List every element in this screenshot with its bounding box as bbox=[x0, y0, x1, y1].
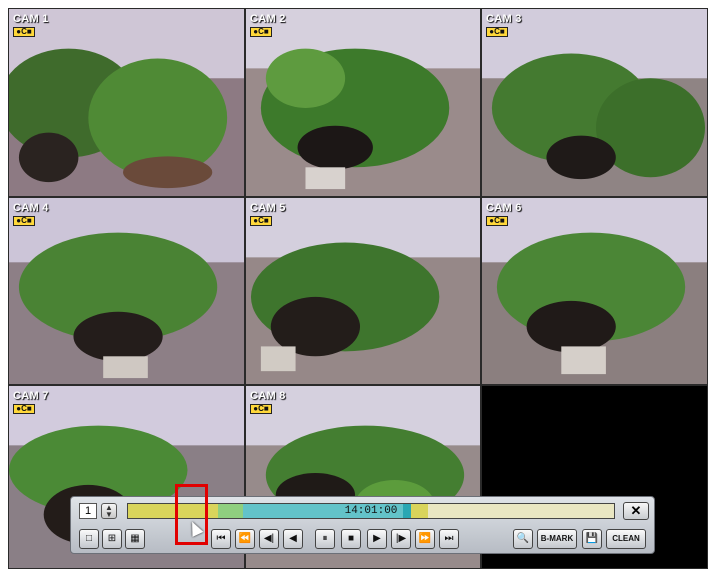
quad-view-icon: ⊞ bbox=[107, 533, 117, 544]
record-badge: ●C■ bbox=[250, 216, 272, 226]
step-forward-button[interactable]: |▶ bbox=[391, 529, 411, 549]
camera-label: CAM 7 bbox=[13, 390, 49, 402]
stop-button[interactable]: ■ bbox=[341, 529, 361, 549]
camera-tile-2[interactable]: CAM 2 ●C■ bbox=[245, 8, 481, 197]
record-badge: ●C■ bbox=[13, 216, 35, 226]
play-icon: ▶ bbox=[373, 533, 381, 544]
skip-to-start-icon: ⏮ bbox=[216, 533, 226, 544]
bookmark-button[interactable]: B-MARK bbox=[537, 529, 577, 549]
search-icon: 🔍 bbox=[516, 533, 530, 544]
camera-grid: CAM 1 ●C■ CAM 2 ●C■ CAM 3 ●C■ CAM 4 ●C■ bbox=[8, 8, 708, 569]
fast-forward-icon: ⏩ bbox=[418, 533, 432, 544]
record-badge: ●C■ bbox=[13, 27, 35, 37]
pause-icon: ⏸ bbox=[322, 533, 328, 544]
camera-label: CAM 2 bbox=[250, 13, 286, 25]
quad-view-button[interactable]: ⊞ bbox=[102, 529, 122, 549]
skip-to-start-button[interactable]: ⏮ bbox=[211, 529, 231, 549]
search-button[interactable]: 🔍 bbox=[513, 529, 533, 549]
skip-to-end-icon: ⏭ bbox=[444, 533, 454, 544]
fast-forward-button[interactable]: ⏩ bbox=[415, 529, 435, 549]
camera-feed-image bbox=[9, 9, 244, 196]
fast-rewind-icon: ⏪ bbox=[238, 533, 252, 544]
nine-view-button[interactable]: ▦ bbox=[125, 529, 145, 549]
camera-tile-5[interactable]: CAM 5 ●C■ bbox=[245, 197, 481, 385]
clean-label: CLEAN bbox=[612, 534, 640, 543]
close-icon: ✕ bbox=[630, 503, 642, 518]
record-badge: ●C■ bbox=[486, 27, 508, 37]
camera-label: CAM 4 bbox=[13, 202, 49, 214]
save-button[interactable]: 💾 bbox=[582, 529, 602, 549]
camera-label: CAM 1 bbox=[13, 13, 49, 25]
record-badge: ●C■ bbox=[250, 27, 272, 37]
camera-tile-6[interactable]: CAM 6 ●C■ bbox=[481, 197, 708, 385]
step-back-icon: ◀| bbox=[263, 533, 275, 544]
camera-label: CAM 3 bbox=[486, 13, 522, 25]
record-badge: ●C■ bbox=[486, 216, 508, 226]
playback-toolbar: 1 ▲ ▼ 14:01:00 ✕ □ ⊞ ▦ ⏮ ⏪ ◀| ◀ ⏸ ■ ▶ |▶… bbox=[70, 496, 655, 554]
play-reverse-icon: ◀ bbox=[289, 533, 297, 544]
play-button[interactable]: ▶ bbox=[367, 529, 387, 549]
camera-tile-3[interactable]: CAM 3 ●C■ bbox=[481, 8, 708, 197]
single-view-button[interactable]: □ bbox=[79, 529, 99, 549]
single-view-icon: □ bbox=[85, 533, 93, 544]
skip-to-end-button[interactable]: ⏭ bbox=[439, 529, 459, 549]
camera-feed-image bbox=[482, 9, 707, 196]
camera-feed-image bbox=[246, 9, 480, 196]
chevron-down-icon[interactable]: ▼ bbox=[102, 511, 116, 519]
nine-view-icon: ▦ bbox=[130, 533, 140, 544]
camera-label: CAM 6 bbox=[486, 202, 522, 214]
bookmark-label: B-MARK bbox=[540, 534, 574, 543]
record-badge: ●C■ bbox=[250, 404, 272, 414]
stop-icon: ■ bbox=[347, 533, 355, 544]
fast-rewind-button[interactable]: ⏪ bbox=[235, 529, 255, 549]
camera-label: CAM 5 bbox=[250, 202, 286, 214]
save-icon: 💾 bbox=[585, 533, 599, 544]
play-reverse-button[interactable]: ◀ bbox=[283, 529, 303, 549]
camera-tile-4[interactable]: CAM 4 ●C■ bbox=[8, 197, 245, 385]
close-button[interactable]: ✕ bbox=[623, 502, 649, 520]
camera-feed-image bbox=[482, 198, 707, 384]
record-badge: ●C■ bbox=[13, 404, 35, 414]
channel-display[interactable]: 1 bbox=[79, 503, 97, 519]
step-back-button[interactable]: ◀| bbox=[259, 529, 279, 549]
channel-spinner[interactable]: ▲ ▼ bbox=[101, 503, 117, 519]
clean-button[interactable]: CLEAN bbox=[606, 529, 646, 549]
pause-button[interactable]: ⏸ bbox=[315, 529, 335, 549]
camera-feed-image bbox=[246, 198, 480, 384]
camera-label: CAM 8 bbox=[250, 390, 286, 402]
camera-feed-image bbox=[9, 198, 244, 384]
camera-tile-1[interactable]: CAM 1 ●C■ bbox=[8, 8, 245, 197]
step-forward-icon: |▶ bbox=[395, 533, 407, 544]
